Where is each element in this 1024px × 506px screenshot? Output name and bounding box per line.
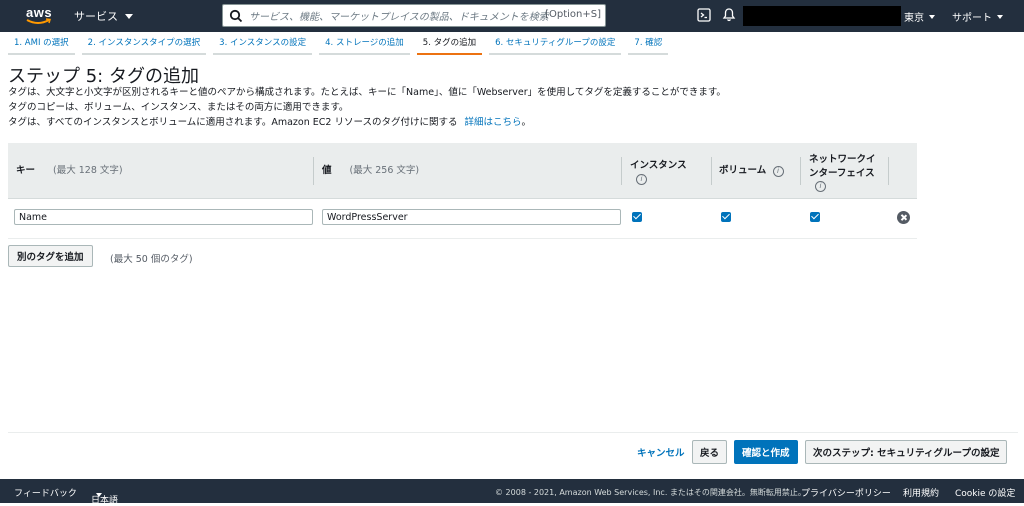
account-menu[interactable] (743, 6, 901, 26)
column-header-instances: インスタンス i (630, 157, 687, 185)
cancel-button[interactable]: キャンセル (630, 440, 692, 464)
step-add-storage[interactable]: 4. ストレージの追加 (319, 33, 410, 55)
caret-down-icon (997, 14, 1003, 19)
bell-icon[interactable] (722, 7, 736, 23)
back-button[interactable]: 戻る (692, 440, 728, 464)
column-divider (621, 157, 622, 185)
step-review[interactable]: 7. 確認 (628, 33, 669, 55)
tag-key-input[interactable] (14, 209, 313, 225)
support-label: サポート (952, 13, 992, 24)
instances-checkbox[interactable] (632, 212, 642, 222)
caret-down-icon (96, 493, 102, 497)
description-text: タグは、すべてのインスタンスとボリュームに適用されます。Amazon EC2 リ… (8, 117, 458, 128)
description-line: タグは、すべてのインスタンスとボリュームに適用されます。Amazon EC2 リ… (8, 114, 531, 128)
terms-link[interactable]: 利用規約 (903, 486, 939, 499)
column-header-key: キー (最大 128 文字) (16, 143, 123, 199)
key-hint: (最大 128 文字) (53, 165, 123, 176)
cloudshell-icon[interactable] (697, 8, 711, 22)
add-another-tag-button[interactable]: 別のタグを追加 (8, 245, 93, 267)
step-instance-type[interactable]: 2. インスタンスタイプの選択 (81, 33, 207, 55)
volumes-checkbox[interactable] (721, 212, 731, 222)
info-icon[interactable]: i (636, 174, 647, 185)
column-divider (711, 157, 712, 185)
region-menu[interactable]: 東京 (904, 9, 935, 24)
key-header-label: キー (16, 165, 36, 176)
review-and-launch-button[interactable]: 確認と作成 (734, 440, 798, 464)
description-line: タグのコピーは、ボリューム、インスタンス、またはその両方に適用できます。 (8, 102, 349, 113)
description-period: 。 (521, 117, 532, 128)
max-tags-note: (最大 50 個のタグ) (110, 254, 193, 265)
column-header-volumes: ボリューム i (719, 143, 784, 199)
cookie-settings-link[interactable]: Cookie の設定 (955, 486, 1015, 499)
column-header-value: 値 (最大 256 文字) (322, 143, 419, 199)
action-bar-divider (8, 432, 1018, 433)
services-menu[interactable]: サービス (74, 8, 133, 24)
column-divider (888, 157, 889, 185)
remove-tag-icon[interactable] (897, 211, 910, 224)
copyright-text: © 2008 - 2021, Amazon Web Services, Inc.… (495, 488, 806, 497)
wizard-steps: 1. AMI の選択 2. インスタンスタイプの選択 3. インスタンスの設定 … (8, 33, 675, 55)
search-icon (229, 9, 243, 22)
top-navigation: aws サービス サービス、機能、マーケットプレイスの製品、ドキュメントを検索 … (0, 0, 1024, 32)
table-row (8, 199, 917, 239)
step-ami[interactable]: 1. AMI の選択 (8, 33, 75, 55)
step-configure-instance[interactable]: 3. インスタンスの設定 (213, 33, 313, 55)
column-divider (800, 157, 801, 185)
eni-header-label-1: ネットワークイ (809, 154, 876, 165)
column-header-network-interface: ネットワークイ ンターフェイス i (809, 151, 876, 192)
next-security-group-button[interactable]: 次のステップ: セキュリティグループの設定 (805, 440, 1008, 464)
learn-more-link[interactable]: 詳細はこちら (465, 117, 522, 128)
feedback-link[interactable]: フィードバック (14, 486, 77, 499)
step-security-group[interactable]: 6. セキュリティグループの設定 (489, 33, 622, 55)
table-header: キー (最大 128 文字) 値 (最大 256 文字) インスタンス i ボリュー… (8, 143, 917, 199)
instances-header-label: インスタンス (630, 160, 687, 171)
tag-value-input[interactable] (322, 209, 621, 225)
network-interface-checkbox[interactable] (810, 212, 820, 222)
caret-down-icon (125, 13, 133, 19)
value-hint: (最大 256 文字) (349, 165, 420, 176)
tags-table: キー (最大 128 文字) 値 (最大 256 文字) インスタンス i ボリュー… (8, 143, 917, 239)
services-label: サービス (74, 10, 118, 23)
info-icon[interactable]: i (772, 166, 784, 177)
privacy-policy-link[interactable]: プライバシーポリシー (801, 486, 891, 499)
aws-logo[interactable]: aws (24, 4, 56, 28)
search-input[interactable]: サービス、機能、マーケットプレイスの製品、ドキュメントを検索 (249, 8, 549, 23)
support-menu[interactable]: サポート (952, 9, 1003, 24)
volumes-header-label: ボリューム (719, 165, 767, 176)
region-label: 東京 (904, 13, 924, 24)
column-divider (313, 157, 314, 185)
info-icon[interactable]: i (815, 181, 826, 192)
description-line: タグは、大文字と小文字が区別されるキーと値のペアから構成されます。たとえば、キー… (8, 87, 726, 98)
value-header-label: 値 (322, 165, 332, 176)
footer: フィードバック 日本語 © 2008 - 2021, Amazon Web Se… (0, 479, 1024, 506)
aws-smile-icon (26, 18, 51, 24)
step-add-tags[interactable]: 5. タグの追加 (416, 33, 483, 55)
eni-header-label-2: ンターフェイス (809, 168, 875, 179)
search-shortcut: [Option+S] (545, 9, 601, 20)
search-box[interactable]: サービス、機能、マーケットプレイスの製品、ドキュメントを検索 [Option+S… (222, 4, 606, 27)
caret-down-icon (929, 14, 935, 19)
